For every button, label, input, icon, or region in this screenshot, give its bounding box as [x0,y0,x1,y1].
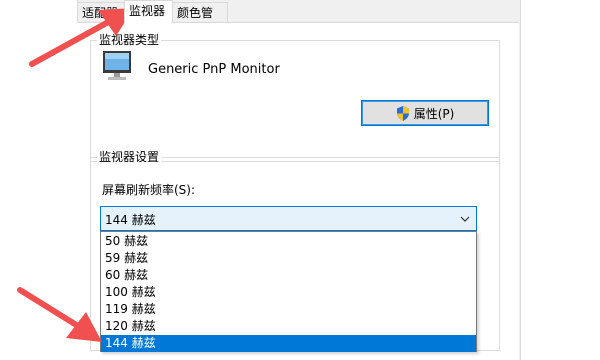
refresh-option-60[interactable]: 60 赫兹 [101,267,476,284]
refresh-rate-dropdown-list: 50 赫兹 59 赫兹 60 赫兹 100 赫兹 119 赫兹 120 赫兹 1… [100,231,477,352]
refresh-option-label: 59 赫兹 [105,251,149,265]
refresh-option-label: 100 赫兹 [105,285,156,299]
monitor-name: Generic PnP Monitor [148,62,280,77]
refresh-option-144[interactable]: 144 赫兹 [101,335,476,352]
refresh-option-100[interactable]: 100 赫兹 [101,284,476,301]
annotation-arrow-bottom [17,287,102,342]
refresh-option-label: 60 赫兹 [105,268,149,282]
monitor-settings-title: 监视器设置 [97,149,162,165]
refresh-option-50[interactable]: 50 赫兹 [101,233,476,250]
tab-color-management[interactable]: 颜色管理 [172,2,228,40]
refresh-option-label: 119 赫兹 [105,302,156,316]
annotation-arrow-top [29,8,134,67]
refresh-rate-select[interactable]: 144 赫兹 [100,206,477,231]
refresh-option-label: 144 赫兹 [105,336,156,350]
refresh-option-120[interactable]: 120 赫兹 [101,318,476,335]
refresh-rate-label: 屏幕刷新频率(S): [102,183,196,197]
refresh-option-label: 120 赫兹 [105,319,156,333]
refresh-rate-selected-value: 144 赫兹 [105,213,156,227]
tab-monitor[interactable]: 监视器 [124,0,173,23]
refresh-option-119[interactable]: 119 赫兹 [101,301,476,318]
uac-shield-icon [396,105,409,121]
refresh-option-label: 50 赫兹 [105,234,149,248]
chevron-down-icon [460,216,470,222]
tab-strip: 适配器 监视器 颜色管理 [77,0,519,40]
properties-button[interactable]: 属性(P) [361,100,489,126]
tab-monitor-label: 监视器 [129,4,166,18]
refresh-option-59[interactable]: 59 赫兹 [101,250,476,267]
properties-button-label: 属性(P) [413,106,455,121]
